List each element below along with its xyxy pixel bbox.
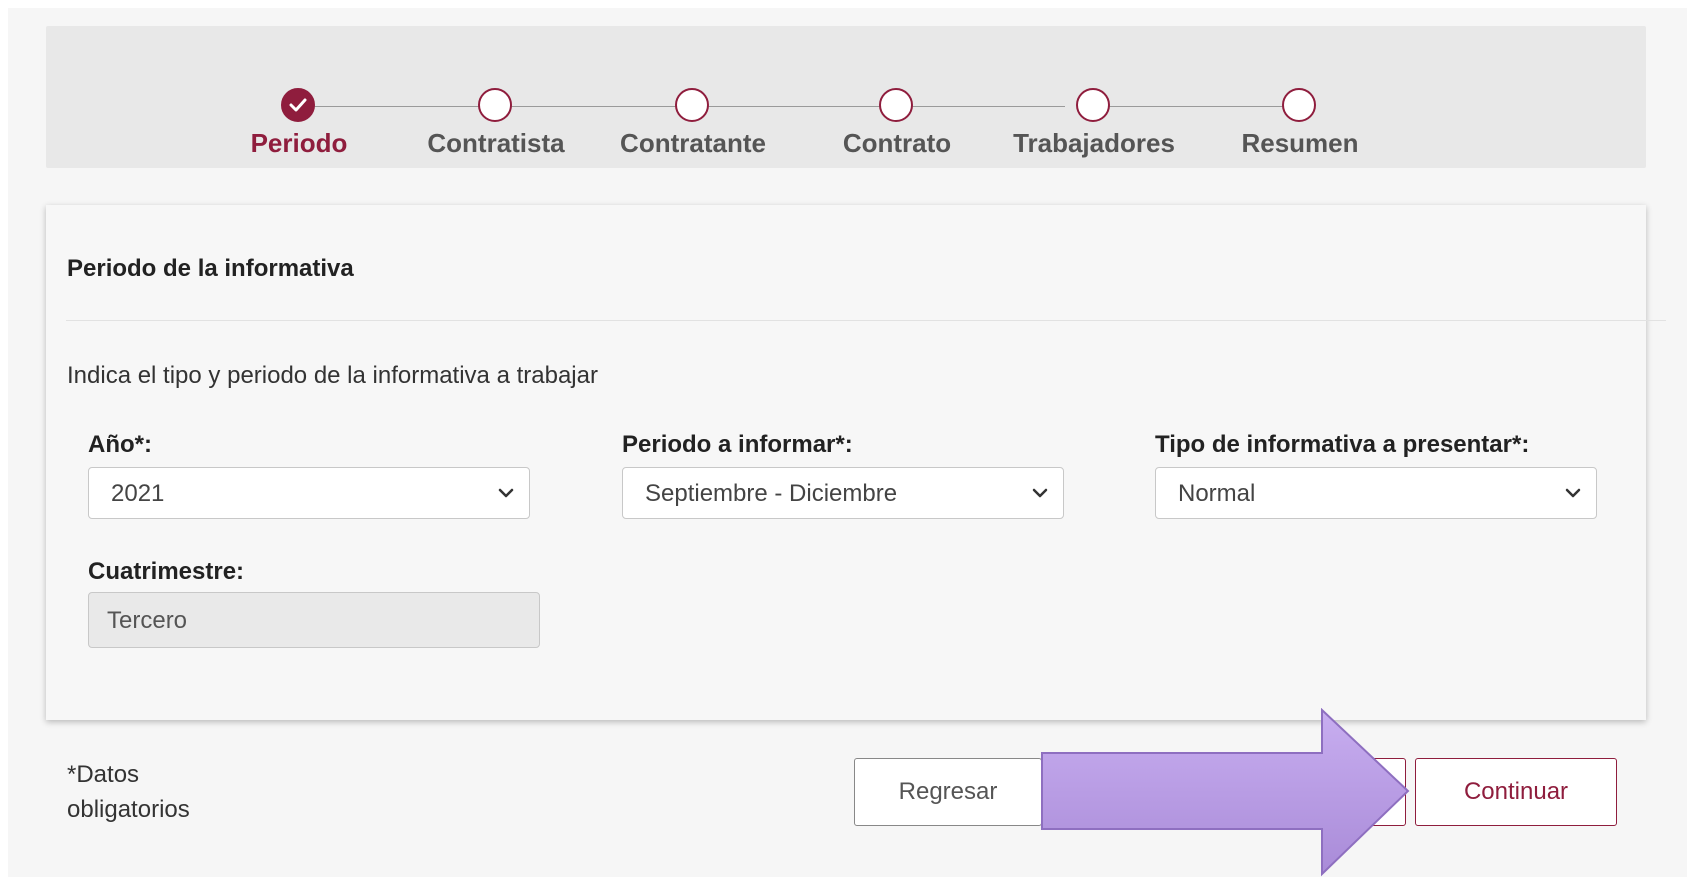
required-note-line: obligatorios	[67, 796, 190, 823]
right-arrow-annotation	[1041, 708, 1410, 877]
step-label: Contrato	[842, 128, 952, 158]
type-value: Normal	[1178, 480, 1256, 507]
step-label: Contratista	[427, 128, 565, 158]
progress-stepper: Periodo Contratista Contratante Contrato…	[46, 26, 1646, 168]
circle-outline-icon	[478, 88, 512, 122]
card-divider	[66, 320, 1666, 321]
circle-outline-icon	[675, 88, 709, 122]
continue-button[interactable]: Continuar	[1415, 758, 1617, 826]
period-card: Periodo de la informativa Indica el tipo…	[46, 205, 1666, 720]
chevron-down-icon	[1032, 488, 1048, 498]
quarter-field: Tercero	[88, 592, 540, 648]
card-subtitle: Indica el tipo y periodo de la informati…	[67, 362, 598, 389]
step-label: Periodo	[250, 128, 348, 158]
step-contratista[interactable]: Contratista	[396, 26, 596, 168]
period-select[interactable]: Septiembre - Diciembre	[622, 467, 1064, 519]
quarter-value: Tercero	[107, 607, 188, 634]
type-select[interactable]: Normal	[1155, 467, 1597, 519]
step-label: Resumen	[1241, 128, 1359, 158]
step-trabajadores[interactable]: Trabajadores	[994, 26, 1194, 168]
required-note-line: *Datos	[67, 761, 140, 788]
circle-outline-icon	[1282, 88, 1316, 122]
step-contrato[interactable]: Contrato	[797, 26, 997, 168]
chevron-down-icon	[1565, 488, 1581, 498]
step-contratante[interactable]: Contratante	[593, 26, 793, 168]
check-circle-icon	[281, 88, 315, 122]
circle-outline-icon	[879, 88, 913, 122]
quarter-label: Cuatrimestre:	[88, 558, 245, 585]
circle-outline-icon	[1076, 88, 1110, 122]
back-button[interactable]: Regresar	[854, 758, 1042, 826]
step-resumen[interactable]: Resumen	[1200, 26, 1400, 168]
required-note: *Datos obligatorios	[67, 757, 190, 827]
period-label: Periodo a informar*:	[622, 431, 853, 458]
card-title: Periodo de la informativa	[67, 255, 354, 282]
type-label: Tipo de informativa a presentar*:	[1155, 431, 1530, 458]
year-label: Año*:	[88, 431, 152, 458]
period-value: Septiembre - Diciembre	[645, 480, 898, 507]
step-periodo[interactable]: Periodo	[199, 26, 399, 168]
chevron-down-icon	[498, 488, 514, 498]
year-select[interactable]: 2021	[88, 467, 530, 519]
step-label: Contratante	[620, 128, 766, 158]
year-value: 2021	[111, 480, 165, 507]
step-label: Trabajadores	[1013, 128, 1175, 158]
